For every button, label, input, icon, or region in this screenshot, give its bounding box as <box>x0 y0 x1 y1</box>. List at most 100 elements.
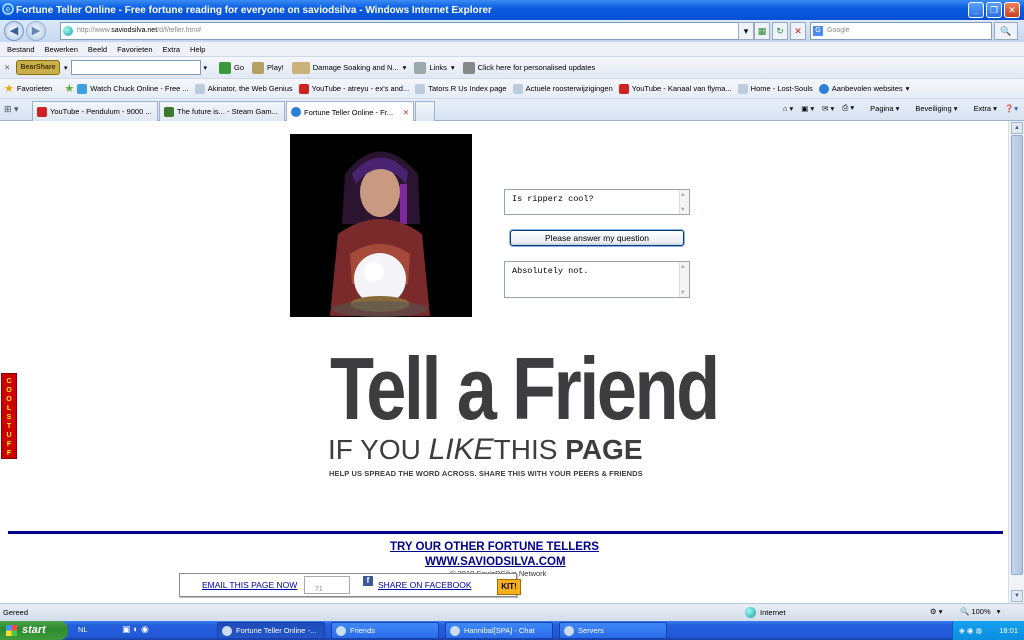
window-title: Fortune Teller Online - Free fortune rea… <box>16 4 492 16</box>
youtube-icon <box>37 106 47 117</box>
answer-question-button[interactable]: Please answer my question <box>510 230 684 246</box>
menu-extra[interactable]: Extra <box>163 45 181 54</box>
extra-menu[interactable]: Extra ▾ <box>966 104 997 113</box>
tab-steam[interactable]: The future is... - Steam Gam... <box>159 101 285 121</box>
favorite-item[interactable]: YouTube - Kanaal van flyma... <box>618 83 732 94</box>
status-text: Gereed <box>3 608 29 617</box>
tab-youtube-pendulum[interactable]: YouTube - Pendulum - 9000 ... <box>32 101 158 121</box>
kit-button[interactable]: KIT! <box>497 579 521 595</box>
add-favorite-icon[interactable]: ★ <box>64 82 74 95</box>
tab-fortune-teller[interactable]: Fortune Teller Online - Fr... ✕ <box>286 101 414 122</box>
damage-button[interactable]: Damage Soaking and N... ▾ <box>291 61 406 74</box>
favorite-item[interactable]: Watch Chuck Online - Free ... <box>77 83 189 94</box>
refresh-icon[interactable]: ↻ <box>772 22 788 40</box>
menu-bestand[interactable]: Bestand <box>7 45 35 54</box>
new-tab-button[interactable] <box>415 101 435 121</box>
clock: 18:01 <box>999 626 1018 635</box>
address-input[interactable]: http://www.saviodsilva.net/d/f/teller.ht… <box>60 22 750 40</box>
system-tray: ◈ ◉ ◍ 18:01 <box>952 621 1024 640</box>
favorite-item[interactable]: Akinator, the Web Genius <box>194 83 293 94</box>
go-button[interactable]: Go <box>219 61 244 74</box>
print-icon[interactable]: ⎙ ▾ <box>842 103 854 113</box>
ie-icon <box>818 83 829 94</box>
logo-dropdown-icon[interactable]: ▾ <box>64 64 68 72</box>
steam-icon <box>336 626 346 636</box>
share-facebook-link[interactable]: SHARE ON FACEBOOK <box>378 580 472 590</box>
search-button[interactable]: 🔍 <box>994 22 1018 40</box>
task-friends[interactable]: Friends <box>331 622 439 639</box>
other-fortune-tellers-link[interactable]: TRY OUR OTHER FORTUNE TELLERS <box>390 541 599 553</box>
quick-tabs-icon[interactable]: ⊞ ▾ <box>4 104 19 115</box>
menu-help[interactable]: Help <box>190 45 205 54</box>
cool-stuff-sidetab[interactable]: COOL STUFF <box>1 373 17 459</box>
tell-a-friend-subline: IF YOU LIKETHIS PAGE <box>328 433 643 466</box>
tell-a-friend-headline: Tell a Friend <box>330 339 720 438</box>
toolbar-search-dropdown[interactable]: ▾ <box>204 64 208 72</box>
play-button[interactable]: Play! <box>252 61 284 74</box>
security-menu[interactable]: Beveiliging ▾ <box>907 104 957 113</box>
zoom-control[interactable]: 🔍 100% ▾ <box>960 607 1000 616</box>
language-indicator[interactable]: NL <box>78 625 88 634</box>
forward-button[interactable]: ▶ <box>26 21 46 41</box>
links-button[interactable]: Links ▾ <box>414 61 455 74</box>
cool-stuff-label: COOL STUFF <box>6 378 12 457</box>
toolbar-close-icon[interactable]: ✕ <box>4 63 16 72</box>
favorite-item[interactable]: Tators R Us Index page <box>415 83 507 94</box>
question-scrollbar[interactable]: ▲ ▼ <box>679 190 689 214</box>
facebook-icon[interactable]: f <box>363 576 373 586</box>
start-button[interactable]: start <box>0 621 68 640</box>
task-servers[interactable]: Servers <box>559 622 667 639</box>
answer-output[interactable]: Absolutely not. ▲ ▼ <box>504 261 690 298</box>
scroll-thumb[interactable] <box>1011 135 1023 575</box>
favorite-item[interactable]: Home - Lost-Souls <box>737 83 813 94</box>
address-dropdown-button[interactable]: ▾ <box>738 22 754 40</box>
protected-mode-icon[interactable]: ⚙ ▾ <box>930 607 943 616</box>
security-zone[interactable]: Internet <box>745 607 785 618</box>
feeds-icon[interactable]: ▣ ▾ <box>801 104 814 113</box>
email-page-link[interactable]: EMAIL THIS PAGE NOW <box>202 580 297 590</box>
favorite-item[interactable]: Actuele roosterwijzigingen <box>512 83 613 94</box>
home-icon[interactable]: ⌂ ▾ <box>783 104 793 113</box>
back-button[interactable]: ◀ <box>4 21 24 41</box>
play-label: Play! <box>267 63 284 72</box>
tray-icons[interactable]: ◈ ◉ ◍ <box>959 626 982 635</box>
question-input[interactable]: Is ripperz cool? ▲ ▼ <box>504 189 690 215</box>
task-fortune-teller[interactable]: Fortune Teller Online -... <box>217 622 325 639</box>
compatibility-icon[interactable]: ▦ <box>754 22 770 40</box>
minimize-button[interactable]: _ <box>968 2 984 18</box>
bearshare-logo[interactable]: BearShare <box>16 60 60 75</box>
saviodsilva-link[interactable]: WWW.SAVIODSILVA.COM <box>425 556 566 568</box>
updates-button[interactable]: Click here for personalised updates <box>462 61 595 74</box>
help-icon[interactable]: ❓▾ <box>1005 104 1018 113</box>
steam-icon <box>450 626 460 636</box>
search-input[interactable]: G Google <box>810 22 992 40</box>
quicklaunch-icons[interactable]: ▣ ◐ ◉ <box>122 624 149 635</box>
close-window-button[interactable]: ✕ <box>1004 2 1020 18</box>
taskbar: start NL ▣ ◐ ◉ Fortune Teller Online -..… <box>0 621 1024 640</box>
stop-icon[interactable]: ✕ <box>790 22 806 40</box>
menu-bar: Bestand Bewerken Beeld Favorieten Extra … <box>0 42 1024 57</box>
page-scrollbar[interactable]: ▲ ▼ <box>1008 121 1024 603</box>
favorite-item[interactable]: YouTube - atreyu - ex's and... <box>298 83 409 94</box>
damage-label: Damage Soaking and N... <box>312 63 399 72</box>
scroll-up-arrow[interactable]: ▲ <box>1011 122 1023 134</box>
links-icon <box>414 61 427 74</box>
answer-scrollbar[interactable]: ▲ ▼ <box>679 262 689 297</box>
favorites-button[interactable]: ★ Favorieten <box>4 82 52 95</box>
menu-favorieten[interactable]: Favorieten <box>117 45 152 54</box>
maximize-button[interactable]: ❐ <box>986 2 1002 18</box>
close-tab-icon[interactable]: ✕ <box>403 108 409 117</box>
scroll-down-arrow[interactable]: ▼ <box>1011 590 1023 602</box>
menu-beeld[interactable]: Beeld <box>88 45 107 54</box>
bird-icon <box>77 83 88 94</box>
address-bar-row: ◀ ▶ http://www.saviodsilva.net/d/f/telle… <box>0 20 1024 42</box>
share-count-input[interactable]: 71 <box>304 576 350 594</box>
favorite-item[interactable]: Aanbevolen websites ▾ <box>818 83 909 94</box>
page-menu[interactable]: Pagina ▾ <box>862 104 899 113</box>
menu-bewerken[interactable]: Bewerken <box>45 45 78 54</box>
window-titlebar[interactable]: e Fortune Teller Online - Free fortune r… <box>0 0 1024 20</box>
toolbar-search-input[interactable] <box>70 60 201 75</box>
command-bar: ⌂ ▾ ▣ ▾ ✉ ▾ ⎙ ▾ Pagina ▾ Beveiliging ▾ E… <box>775 103 1018 113</box>
task-chat[interactable]: Hannibal[SPA] - Chat <box>445 622 553 639</box>
mail-icon[interactable]: ✉ ▾ <box>822 104 834 113</box>
